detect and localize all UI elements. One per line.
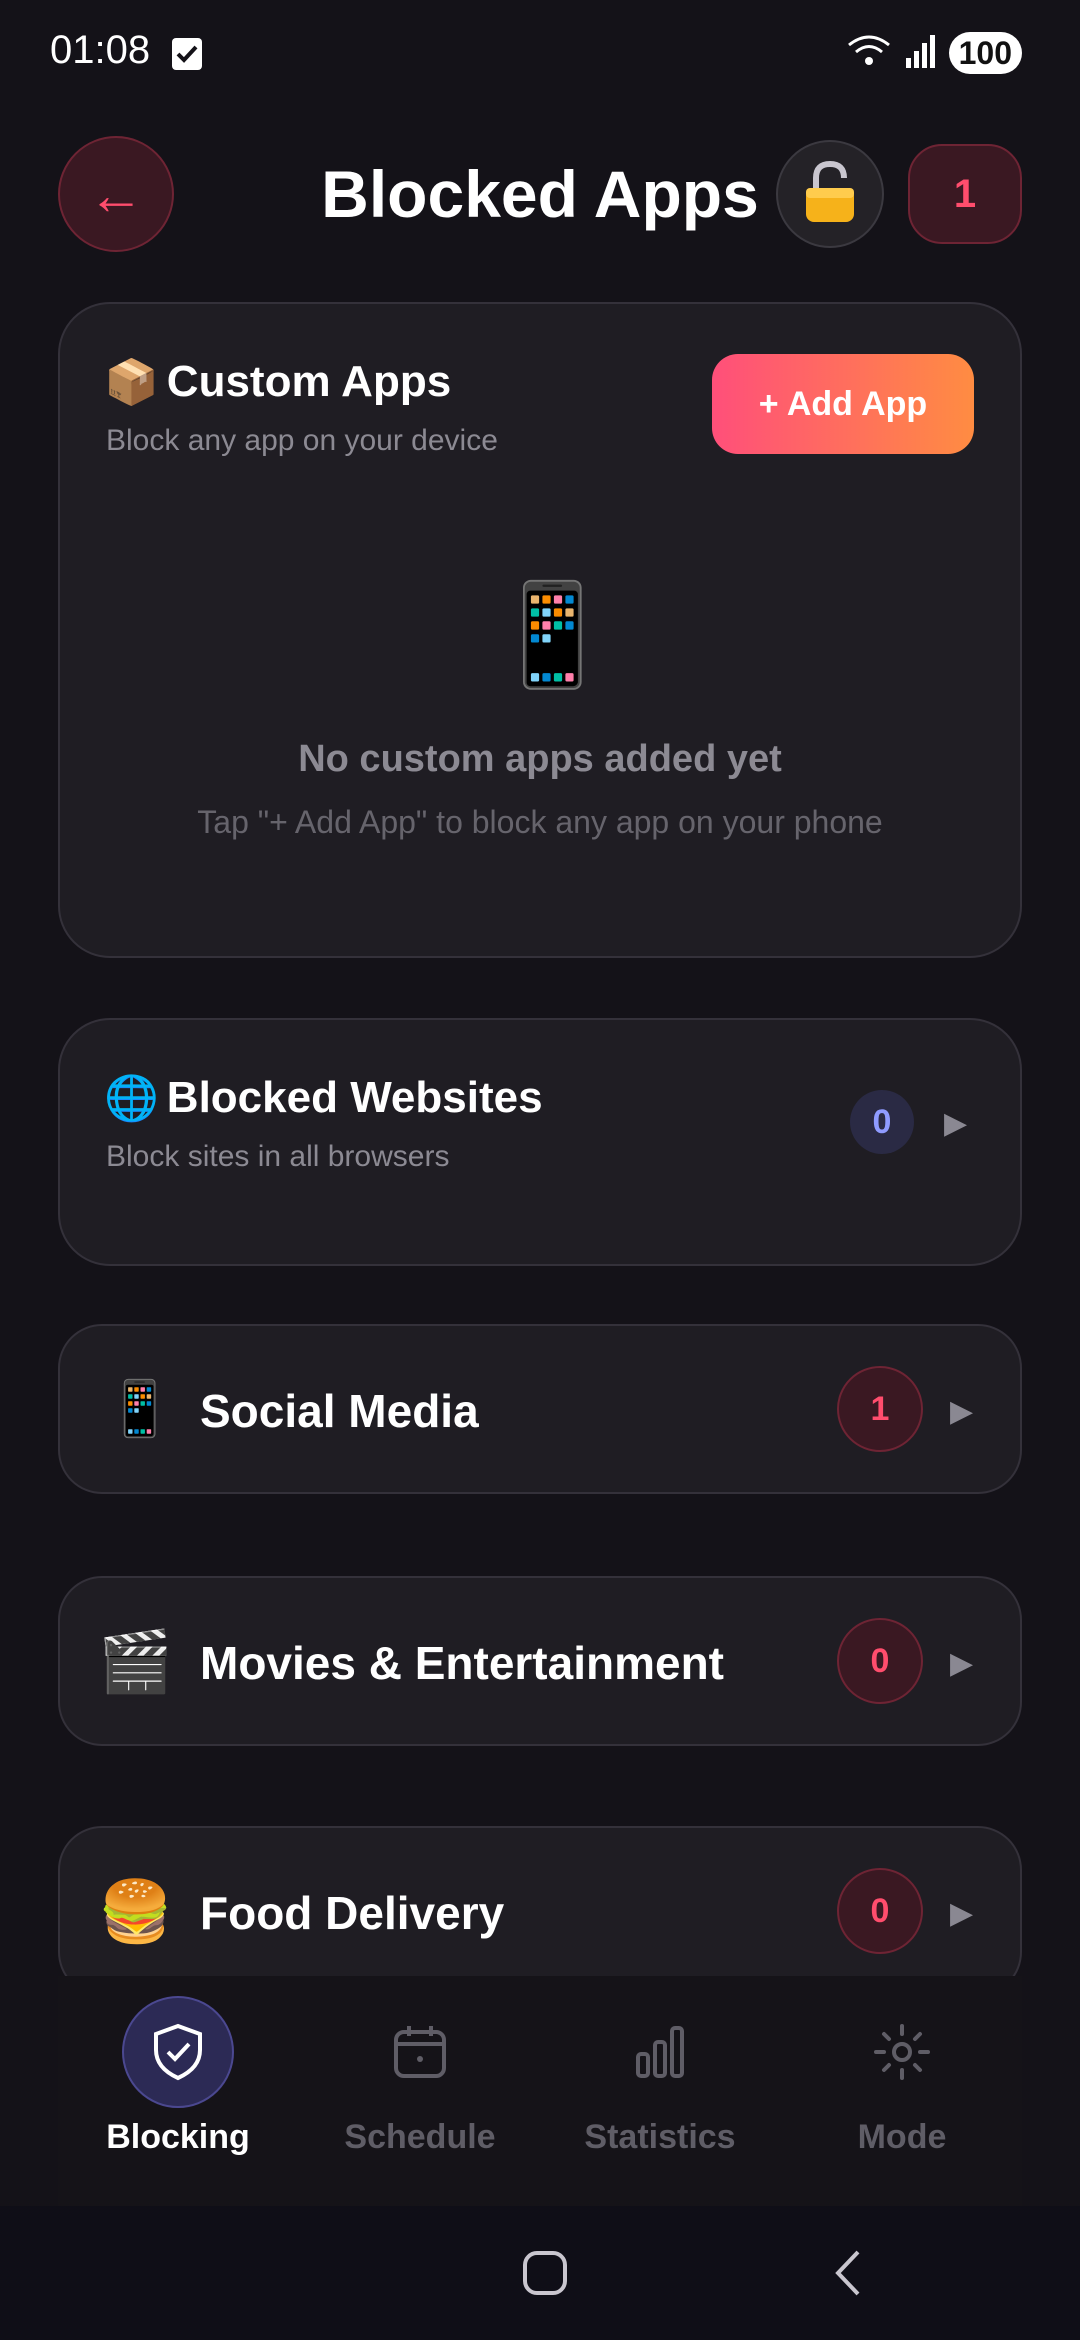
back-arrow-icon: ←: [88, 162, 144, 226]
package-icon: 📦: [104, 358, 159, 407]
custom-apps-subtitle: Block any app on your device: [106, 424, 498, 457]
status-time: 01:08: [50, 28, 151, 72]
globe-icon: 🌐: [104, 1074, 159, 1123]
nav-tab-statistics[interactable]: Statistics: [560, 1996, 760, 2157]
category-title: Movies & Entertainment: [200, 1637, 724, 1689]
signal-icon: [905, 34, 935, 73]
category-title: Food Delivery: [200, 1887, 505, 1939]
blocked-websites-subtitle: Block sites in all browsers: [106, 1140, 450, 1173]
blocked-websites-title: Blocked Websites: [166, 1073, 543, 1122]
clapper-board-icon: 🎬: [98, 1628, 173, 1695]
blocked-count-button[interactable]: 1: [908, 144, 1022, 244]
bottom-navigation: Blocking Schedule Statistics Mode: [58, 1976, 1022, 2206]
lock-button[interactable]: [776, 140, 884, 248]
custom-apps-title: Custom Apps: [166, 357, 452, 406]
category-count-badge: 0: [837, 1618, 923, 1704]
shield-check-icon: [122, 1996, 234, 2108]
category-title: Social Media: [200, 1385, 479, 1437]
custom-apps-header: 📦 Custom Apps: [104, 356, 451, 408]
nav-label: Mode: [857, 2118, 947, 2156]
mobile-phone-icon: 📱: [106, 1379, 174, 1439]
wifi-icon: [847, 33, 891, 74]
notification-check-icon: [172, 38, 202, 70]
battery-indicator: 100: [948, 32, 1022, 74]
nav-tab-schedule[interactable]: Schedule: [320, 1996, 520, 2157]
burger-icon: 🍔: [98, 1878, 173, 1945]
nav-tab-mode[interactable]: Mode: [802, 1996, 1002, 2157]
add-app-button[interactable]: + Add App: [712, 354, 974, 454]
home-button-icon[interactable]: [522, 2250, 568, 2301]
category-count-badge: 0: [837, 1868, 923, 1954]
websites-count-badge: 0: [850, 1090, 914, 1154]
empty-state-title: No custom apps added yet: [298, 738, 782, 780]
nav-label: Statistics: [584, 2118, 736, 2156]
chevron-right-icon: ▶: [944, 1107, 968, 1140]
chevron-right-icon: ▶: [950, 1395, 974, 1428]
chevron-right-icon: ▶: [950, 1647, 974, 1680]
blocked-websites-header: 🌐 Blocked Websites: [104, 1072, 543, 1124]
back-button[interactable]: ←: [58, 136, 174, 252]
category-count-badge: 1: [837, 1366, 923, 1452]
nav-tab-blocking[interactable]: Blocking: [78, 1996, 278, 2157]
sun-icon: [846, 1996, 958, 2108]
back-nav-icon[interactable]: [830, 2248, 864, 2303]
nav-label: Schedule: [344, 2118, 496, 2156]
empty-state-subtitle: Tap "+ Add App" to block any app on your…: [197, 804, 883, 840]
phone-icon: 📱: [490, 579, 615, 691]
calendar-icon: [364, 1996, 476, 2108]
nav-label: Blocking: [106, 2118, 250, 2156]
system-navigation-bar: [0, 2206, 1080, 2340]
bar-chart-icon: [604, 1996, 716, 2108]
chevron-right-icon: ▶: [950, 1897, 974, 1930]
unlocked-padlock-icon: [802, 160, 858, 229]
status-indicators: 100: [847, 32, 1022, 74]
